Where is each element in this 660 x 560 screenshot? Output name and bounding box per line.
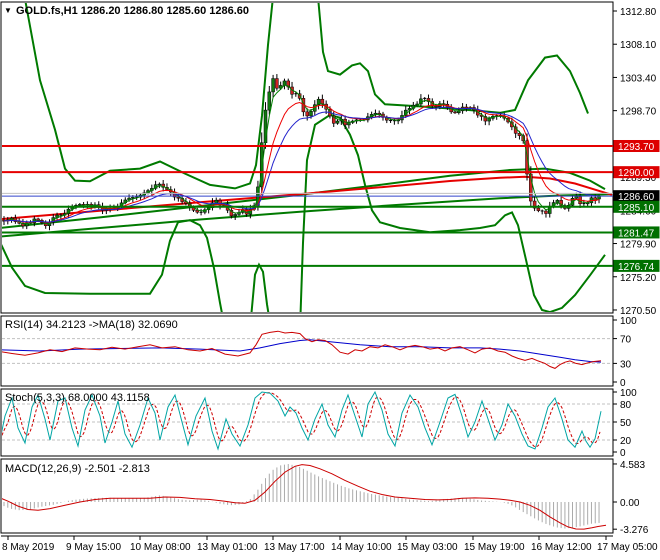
- macd-tick-label: -3.276: [620, 525, 649, 536]
- price-badge: 1285.10: [613, 200, 660, 214]
- price-chart-canvas[interactable]: 1312.801308.101303.401298.701294.001289.…: [0, 0, 660, 560]
- candle-body: [487, 118, 491, 122]
- stoch-tick-label: 80: [620, 400, 632, 411]
- candle-body: [233, 214, 237, 217]
- time-label: 15 May 19:00: [464, 542, 525, 553]
- price-tick-label: 1298.70: [620, 107, 657, 118]
- candle-body: [36, 218, 40, 221]
- stochastic-label: Stoch(5,3,3) 68.0000 43.1158: [5, 392, 150, 404]
- rsi-label: RSI(14) 34.2123 ->MA(18) 32.0690: [5, 319, 178, 331]
- time-label: 10 May 08:00: [130, 542, 191, 553]
- time-label: 17 May 05:00: [597, 542, 658, 553]
- candle-body: [271, 78, 275, 93]
- candle-body: [335, 120, 340, 124]
- candle-body: [555, 200, 560, 203]
- candle-body: [267, 91, 272, 111]
- candle-body: [373, 112, 378, 115]
- time-label: 14 May 10:00: [331, 542, 392, 553]
- stoch-tick-label: 0: [620, 448, 626, 459]
- candle-body: [78, 204, 82, 206]
- candle-body: [214, 199, 218, 204]
- candle-body: [574, 196, 579, 199]
- price-badge: 1281.47: [613, 226, 660, 239]
- price-badge-label: 1276.74: [618, 262, 655, 273]
- price-badge-label: 1290.00: [618, 168, 655, 179]
- time-label: 13 May 01:00: [197, 542, 258, 553]
- candle-body: [309, 111, 313, 117]
- price-tick-label: 1303.40: [620, 73, 657, 84]
- macd-tick-label: 0.00: [620, 498, 640, 509]
- candle-body: [453, 111, 457, 114]
- candle-body: [347, 122, 351, 126]
- candle-body: [544, 210, 548, 214]
- macd-label: MACD(12,26,9) -2.501 -2.813: [5, 463, 150, 475]
- stoch-tick-label: 50: [620, 418, 632, 429]
- price-badge: 1276.74: [613, 259, 660, 273]
- price-axis: 1312.801308.101303.401298.701294.001289.…: [613, 7, 660, 536]
- chart-window: 1312.801308.101303.401298.701294.001289.…: [0, 0, 660, 560]
- time-label: 15 May 03:00: [397, 542, 458, 553]
- price-tick-label: 1312.80: [620, 7, 657, 18]
- time-label: 13 May 17:00: [264, 542, 325, 553]
- rsi-tick-label: 30: [620, 359, 632, 370]
- price-tick-label: 1275.20: [620, 273, 657, 284]
- price-badge: 1293.70: [613, 139, 660, 153]
- chart-title: GOLD.fs,H1 1286.20 1286.80 1285.60 1286.…: [16, 5, 249, 17]
- time-axis: 8 May 2019 9 May 15:00 10 May 08:00 13 May …: [2, 536, 658, 553]
- symbol-marker-icon: ▼: [4, 6, 12, 15]
- price-badge-label: 1285.10: [618, 203, 655, 214]
- price-tick-label: 1308.10: [620, 40, 657, 51]
- price-badge-label: 1281.47: [618, 228, 655, 239]
- price-badge-label: 1293.70: [618, 142, 655, 153]
- candle-body: [536, 207, 541, 211]
- price-badge: 1290.00: [613, 166, 660, 179]
- candle-body: [275, 78, 279, 89]
- candle-body: [305, 111, 309, 117]
- time-label: 16 May 12:00: [531, 542, 592, 553]
- candle-body: [157, 183, 162, 186]
- stoch-tick-label: 20: [620, 436, 632, 447]
- rsi-tick-label: 100: [620, 316, 637, 327]
- time-label: 9 May 15:00: [66, 542, 121, 553]
- time-label: 8 May 2019: [2, 542, 55, 553]
- macd-tick-label: 4.583: [620, 460, 645, 471]
- price-tick-label: 1279.90: [620, 240, 657, 251]
- rsi-tick-label: 70: [620, 335, 632, 346]
- stoch-tick-label: 100: [620, 388, 637, 399]
